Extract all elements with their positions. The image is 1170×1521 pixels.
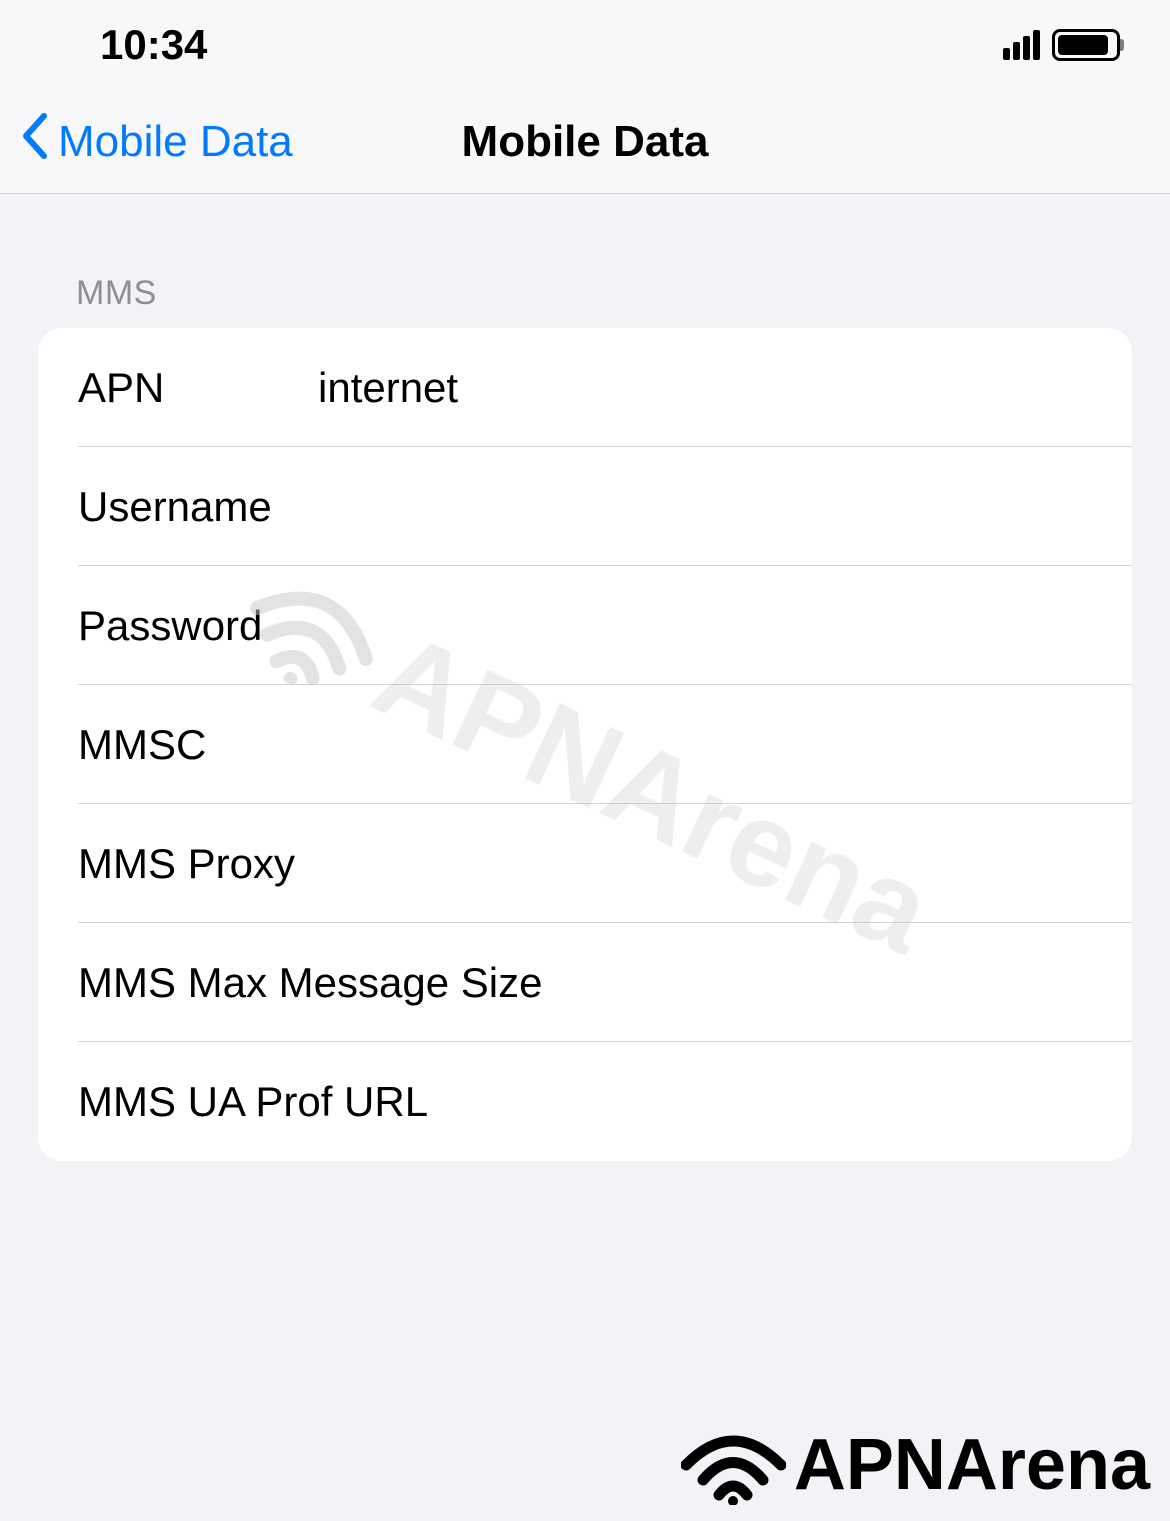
- navigation-bar: Mobile Data Mobile Data: [0, 90, 1170, 194]
- cellular-signal-icon: [1003, 30, 1040, 60]
- wifi-icon: [681, 1425, 786, 1505]
- back-label: Mobile Data: [58, 117, 293, 167]
- status-bar: 10:34: [0, 0, 1170, 90]
- label-mms-max-size: MMS Max Message Size: [78, 959, 542, 1007]
- row-apn[interactable]: APN: [38, 328, 1132, 447]
- page-title: Mobile Data: [462, 117, 709, 167]
- row-mms-proxy[interactable]: MMS Proxy: [38, 804, 1132, 923]
- label-username: Username: [78, 483, 318, 531]
- row-mms-max-size[interactable]: MMS Max Message Size: [38, 923, 1132, 1042]
- input-username[interactable]: [318, 483, 1092, 531]
- label-apn: APN: [78, 364, 318, 412]
- row-password[interactable]: Password: [38, 566, 1132, 685]
- input-mms-max-size[interactable]: [542, 959, 1092, 1007]
- status-right: [1003, 29, 1120, 61]
- input-mms-proxy[interactable]: [295, 840, 1092, 888]
- section-header-mms: MMS: [0, 194, 1170, 328]
- input-apn[interactable]: [318, 364, 1092, 412]
- input-mmsc[interactable]: [318, 721, 1092, 769]
- label-mmsc: MMSC: [78, 721, 318, 769]
- settings-group-mms: APN Username Password MMSC MMS Proxy MMS…: [38, 328, 1132, 1161]
- label-mms-ua-prof: MMS UA Prof URL: [78, 1078, 428, 1126]
- row-username[interactable]: Username: [38, 447, 1132, 566]
- input-password[interactable]: [318, 602, 1092, 650]
- input-mms-ua-prof[interactable]: [428, 1078, 1092, 1126]
- footer-text: APNArena: [794, 1424, 1150, 1506]
- label-mms-proxy: MMS Proxy: [78, 840, 295, 888]
- chevron-left-icon: [20, 112, 48, 171]
- status-time: 10:34: [100, 21, 207, 69]
- back-button[interactable]: Mobile Data: [0, 112, 293, 171]
- row-mmsc[interactable]: MMSC: [38, 685, 1132, 804]
- row-mms-ua-prof[interactable]: MMS UA Prof URL: [38, 1042, 1132, 1161]
- battery-icon: [1052, 29, 1120, 61]
- label-password: Password: [78, 602, 318, 650]
- footer-logo: APNArena: [681, 1424, 1150, 1506]
